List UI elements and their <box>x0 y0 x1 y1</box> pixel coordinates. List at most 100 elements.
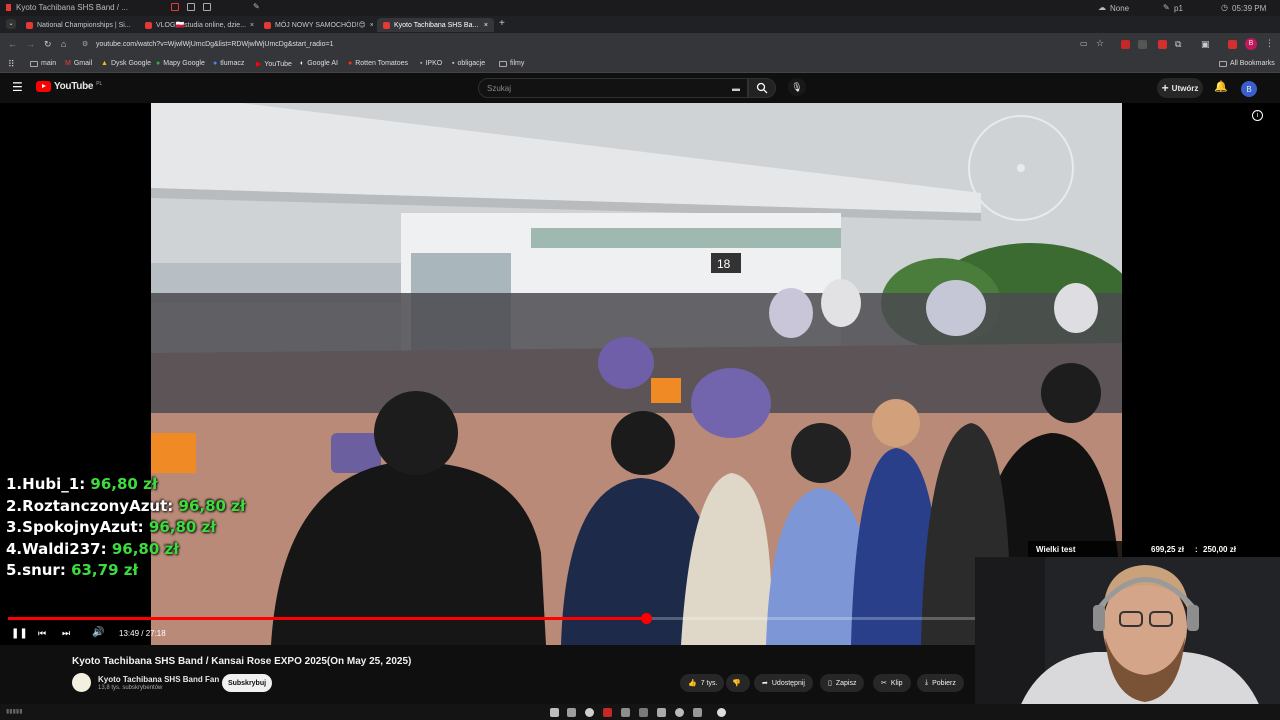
account-avatar[interactable]: B <box>1241 81 1257 97</box>
extension-icon[interactable] <box>1228 40 1237 49</box>
extension-icon[interactable] <box>1158 40 1167 49</box>
tab[interactable]: National Championships | Si... × <box>20 18 135 32</box>
clock-icon: ◷ <box>1221 3 1228 12</box>
favicon-icon <box>264 21 271 29</box>
donor-row: 4.Waldi237: 96,80 zł <box>6 539 179 558</box>
download-button[interactable]: ⤓ Pobierz <box>917 674 964 692</box>
discord-icon[interactable] <box>621 708 630 717</box>
close-icon[interactable]: × <box>250 22 254 29</box>
address-bar[interactable]: ⚙ youtube.com/watch?v=WjwlWjUmcDg&list=R… <box>78 37 1078 52</box>
steam-icon[interactable] <box>639 708 648 717</box>
gmail-icon: M <box>65 60 71 67</box>
subscribe-button[interactable]: Subskrybuj <box>222 674 272 692</box>
youtube-app-icon[interactable] <box>603 708 612 717</box>
taskbar-status-text: ▮▮▮▮▮ <box>6 709 23 715</box>
pause-icon[interactable]: ❚❚ <box>11 628 28 639</box>
search-button[interactable] <box>748 78 776 98</box>
folder-icon[interactable] <box>550 708 559 717</box>
donor-row: 5.snur: 63,79 zł <box>6 561 139 579</box>
download-icon: ⤓ <box>925 679 929 686</box>
pin-icon[interactable]: ✎ <box>253 2 260 11</box>
tab-label: VLOG🇵🇱studia online, dzie... <box>156 22 247 29</box>
notifications-bell-icon[interactable]: 🔔 <box>1214 80 1228 93</box>
cast-icon[interactable]: ▭ <box>1080 39 1088 48</box>
bookmark-item[interactable]: ● tlumacz <box>213 60 244 67</box>
tab[interactable]: MÓJ NOWY SAMOCHÓD!😊 × <box>258 18 373 32</box>
webcam-overlay <box>975 557 1280 720</box>
share-icon: ➦ <box>762 680 768 687</box>
info-icon[interactable]: i <box>1252 110 1263 121</box>
bookmark-star-icon[interactable]: ☆ <box>1096 38 1104 49</box>
bookmark-item[interactable]: M Gmail <box>65 60 92 67</box>
extension-icon[interactable] <box>1138 40 1147 49</box>
create-button[interactable]: + Utwórz <box>1157 78 1203 98</box>
microphone-icon[interactable]: 🎙 <box>788 78 806 96</box>
bookmark-item[interactable]: filmy <box>499 60 524 67</box>
apps-icon[interactable]: ⠿ <box>8 59 15 70</box>
bookmark-item[interactable]: ▪ IPKO <box>420 60 442 67</box>
close-icon[interactable]: × <box>484 22 488 29</box>
save-button[interactable]: ▯ Zapisz <box>820 674 865 692</box>
window-icon[interactable] <box>187 3 195 11</box>
site-info-icon[interactable]: ⚙ <box>82 40 88 48</box>
previous-icon[interactable]: ⏮ <box>38 628 46 639</box>
tab-active[interactable]: Kyoto Tachibana SHS Ba... × <box>377 18 494 32</box>
obs-icon[interactable] <box>675 708 684 717</box>
next-icon[interactable]: ⏭ <box>62 628 70 639</box>
profile-avatar[interactable]: B <box>1245 38 1257 50</box>
notes-icon[interactable] <box>693 708 702 717</box>
bookmark-item[interactable]: ● Rotten Tomatoes <box>348 60 408 67</box>
tab[interactable]: VLOG🇵🇱studia online, dzie... × <box>139 18 254 32</box>
side-panel-icon[interactable]: ▣ <box>1201 39 1210 50</box>
bookmark-item[interactable]: main <box>30 60 56 67</box>
keyboard-icon[interactable]: ▬ <box>732 84 740 93</box>
dislike-button[interactable]: 👎 <box>726 674 750 692</box>
settings-icon[interactable] <box>717 708 726 717</box>
youtube-icon: ▶ <box>256 61 262 68</box>
donor-row: 3.SpokojnyAzut: 96,80 zł <box>6 518 216 536</box>
reload-icon[interactable]: ↻ <box>44 39 52 50</box>
bookmark-item[interactable]: ● Mapy Google <box>156 60 205 67</box>
app-icon[interactable] <box>657 708 666 717</box>
goal-bar: Wielki test 699,25 zł : 250,00 zł <box>1028 541 1248 557</box>
close-icon[interactable]: × <box>370 22 373 29</box>
new-tab-button[interactable]: + <box>499 18 505 29</box>
menu-icon[interactable]: ☰ <box>12 80 23 94</box>
edit-icon[interactable]: ✎ <box>1163 3 1170 12</box>
extensions-puzzle-icon[interactable]: ⧉ <box>1175 39 1181 50</box>
channel-name[interactable]: Kyoto Tachibana SHS Band Fan <box>98 675 219 684</box>
share-button[interactable]: ➦ Udostępnij <box>754 674 813 692</box>
clip-button[interactable]: ✂ Klip <box>873 674 911 692</box>
bookmark-item[interactable]: ▪ obligacje <box>452 60 485 67</box>
bookmark-item[interactable]: ◐ Google AI <box>300 60 338 67</box>
terminal-icon[interactable] <box>567 708 576 717</box>
video-title: Kyoto Tachibana SHS Band / Kansai Rose E… <box>72 656 412 667</box>
channel-avatar[interactable] <box>72 673 91 692</box>
search-input[interactable]: Szukaj ▬ <box>478 78 748 98</box>
window-icon[interactable] <box>203 3 211 11</box>
bookmark-item[interactable]: ▶ YouTube <box>256 60 292 69</box>
browser-icon[interactable] <box>585 708 594 717</box>
tab-menu-icon[interactable]: ⌄ <box>6 19 16 29</box>
subscriber-count: 13,8 tys. subskrybentów <box>98 685 163 691</box>
address-toolbar: ← → ↻ ⌂ ⚙ youtube.com/watch?v=WjwlWjUmcD… <box>0 33 1280 56</box>
favicon-icon <box>26 21 33 29</box>
back-icon[interactable]: ← <box>8 39 17 49</box>
volume-icon[interactable]: 🔊 <box>92 627 104 638</box>
gate-number: 18 <box>717 257 731 271</box>
google-ai-icon: ◐ <box>300 60 305 67</box>
youtube-logo[interactable]: YouTube PL <box>36 81 102 92</box>
goal-value: 699,25 zł <box>1151 545 1184 554</box>
browser-menu-icon[interactable]: ⋮ <box>1265 38 1274 49</box>
goal-separator: : <box>1195 545 1198 554</box>
home-icon[interactable]: ⌂ <box>61 39 66 49</box>
window-icon[interactable] <box>171 3 179 11</box>
tab-label: Kyoto Tachibana SHS Ba... <box>394 21 479 29</box>
bookmark-item[interactable]: ▲ Dysk Google <box>101 60 151 67</box>
like-button[interactable]: 👍 7 tys. <box>680 674 724 692</box>
forward-icon[interactable]: → <box>26 39 35 49</box>
bank-icon: ▪ <box>420 60 423 67</box>
all-bookmarks[interactable]: All Bookmarks <box>1219 60 1275 67</box>
goal-label: Wielki test <box>1036 545 1076 554</box>
extension-icon[interactable] <box>1121 40 1130 49</box>
